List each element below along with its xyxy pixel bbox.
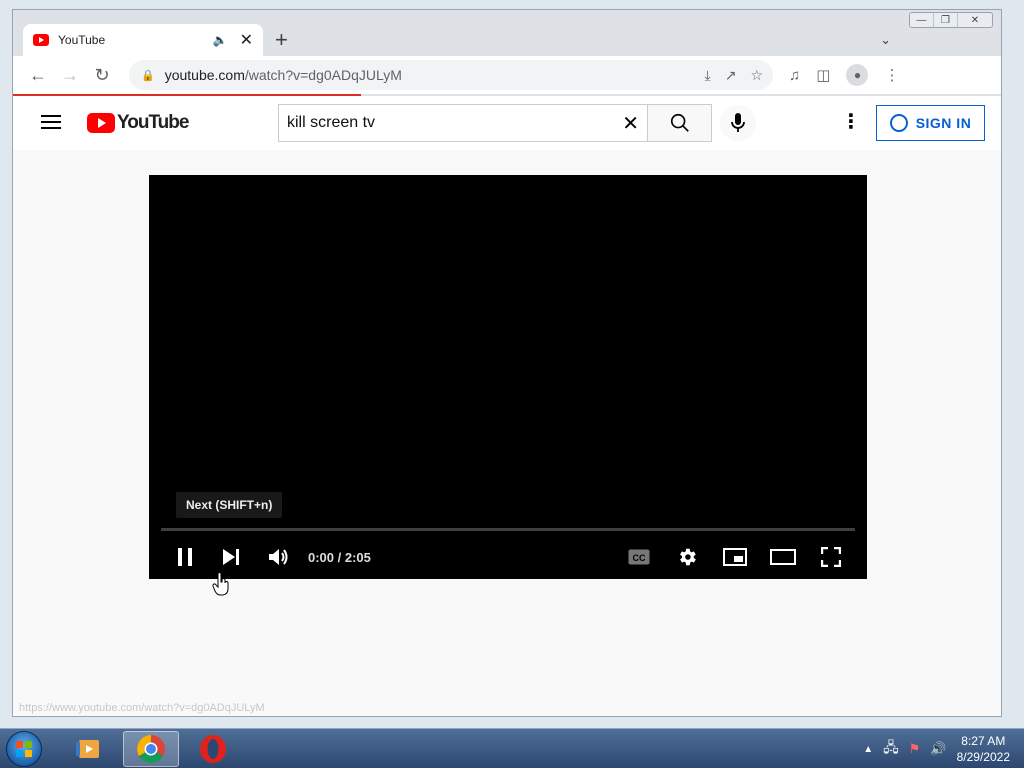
hand-cursor-icon xyxy=(212,572,229,596)
speaker-icon[interactable]: 🔈 xyxy=(213,33,228,47)
search-query: kill screen tv xyxy=(287,114,376,131)
next-icon xyxy=(223,549,239,565)
network-icon[interactable]: 🖧 xyxy=(883,737,899,761)
tab-title: YouTube xyxy=(58,33,106,47)
profile-avatar-icon[interactable]: ● xyxy=(846,64,869,86)
video-player[interactable]: Next (SHIFT+n) 0:00 / 2:05 CC xyxy=(149,175,867,596)
youtube-play-logo-icon xyxy=(87,113,115,133)
forward-button[interactable]: → xyxy=(55,60,85,90)
theater-mode-button[interactable] xyxy=(769,535,797,579)
new-tab-button[interactable]: + xyxy=(275,29,288,51)
next-tooltip: Next (SHIFT+n) xyxy=(176,492,283,518)
search-icon xyxy=(670,113,689,132)
account-icon xyxy=(889,114,908,132)
cc-icon: CC xyxy=(628,549,650,565)
voice-search-button[interactable] xyxy=(720,105,756,141)
svg-text:CC: CC xyxy=(633,553,646,563)
sign-in-button[interactable]: SIGN IN xyxy=(876,105,985,141)
reload-button[interactable]: ↻ xyxy=(87,60,117,90)
browser-window: — ❐ ✕ YouTube 🔈 ✕ + ⌄ ← → ↻ 🔒 youtube.co… xyxy=(12,9,1002,717)
media-control-icon[interactable]: ♫ xyxy=(789,67,800,84)
windows-taskbar: ▲ 🖧 ⚑ 🔊 8:27 AM 8/29/2022 xyxy=(0,728,1024,768)
share-icon[interactable]: ↗ xyxy=(725,67,737,84)
lock-icon[interactable]: 🔒 xyxy=(141,69,155,82)
search-input[interactable]: kill screen tv ✕ xyxy=(278,104,648,142)
back-button[interactable]: ← xyxy=(23,60,53,90)
status-bar-url: https://www.youtube.com/watch?v=dg0ADqJU… xyxy=(19,702,265,714)
miniplayer-button[interactable] xyxy=(721,535,749,579)
youtube-favicon-icon xyxy=(33,34,49,46)
clock-time: 8:27 AM xyxy=(961,734,1006,748)
settings-icon xyxy=(680,548,696,566)
chrome-icon xyxy=(137,735,165,763)
captions-button[interactable]: CC xyxy=(626,535,652,579)
side-panel-icon[interactable]: ◫ xyxy=(816,66,830,84)
system-tray: ▲ 🖧 ⚑ 🔊 8:27 AM 8/29/2022 xyxy=(863,729,1024,768)
volume-tray-icon[interactable]: 🔊 xyxy=(930,741,946,757)
browser-toolbar: ← → ↻ 🔒 youtube.com/watch?v=dg0ADqJULyM … xyxy=(13,56,1001,94)
start-button[interactable] xyxy=(6,731,42,767)
youtube-logo[interactable]: YouTube xyxy=(87,112,189,134)
browser-right-tools: ♫ ◫ ● ⋮ xyxy=(789,64,899,86)
media-player-icon xyxy=(76,740,99,758)
clock-date: 8/29/2022 xyxy=(956,750,1010,764)
more-vert-icon[interactable]: ⋮ xyxy=(841,112,861,132)
youtube-page: YouTube kill screen tv ✕ ⋮ SIGN IN Next … xyxy=(13,96,1001,716)
mic-icon xyxy=(731,113,745,132)
opera-icon xyxy=(200,735,226,763)
pause-button[interactable] xyxy=(173,535,197,579)
url-host: youtube.com xyxy=(164,67,245,83)
show-hidden-icons-icon[interactable]: ▲ xyxy=(863,744,873,755)
progress-bar[interactable] xyxy=(161,528,855,531)
install-icon[interactable]: ⤓ xyxy=(705,67,711,84)
volume-button[interactable] xyxy=(265,535,293,579)
search-button[interactable] xyxy=(648,104,712,142)
tab-close-icon[interactable]: ✕ xyxy=(240,30,253,50)
sign-in-label: SIGN IN xyxy=(915,115,972,131)
taskbar-media-player[interactable] xyxy=(60,731,116,767)
taskbar-opera[interactable] xyxy=(185,731,241,767)
settings-button[interactable] xyxy=(675,535,699,579)
clear-search-icon[interactable]: ✕ xyxy=(622,111,639,136)
menu-icon[interactable] xyxy=(41,115,61,129)
tab-bar: YouTube 🔈 ✕ + ⌄ xyxy=(13,24,1001,56)
pause-icon xyxy=(178,548,192,566)
clock[interactable]: 8:27 AM 8/29/2022 xyxy=(957,733,1010,765)
miniplayer-icon xyxy=(723,548,747,566)
bookmark-star-icon[interactable]: ☆ xyxy=(750,67,763,84)
address-bar[interactable]: 🔒 youtube.com/watch?v=dg0ADqJULyM ⤓ ↗ ☆ xyxy=(129,60,773,90)
url-path: /watch?v=dg0ADqJULyM xyxy=(244,67,402,83)
action-center-flag-icon[interactable]: ⚑ xyxy=(909,741,921,757)
browser-menu-icon[interactable]: ⋮ xyxy=(884,66,899,84)
time-display: 0:00 / 2:05 xyxy=(308,549,371,565)
taskbar-chrome[interactable] xyxy=(123,731,179,767)
youtube-wordmark: YouTube xyxy=(117,112,189,133)
windows-logo-icon xyxy=(16,741,32,757)
omnibox-actions: ⤓ ↗ ☆ xyxy=(705,60,764,90)
fullscreen-button[interactable] xyxy=(819,535,843,579)
fullscreen-icon xyxy=(821,547,841,567)
player-controls: 0:00 / 2:05 CC xyxy=(149,535,867,579)
tab-youtube[interactable]: YouTube 🔈 ✕ xyxy=(23,24,263,56)
volume-icon xyxy=(269,549,288,565)
youtube-header: YouTube kill screen tv ✕ ⋮ SIGN IN xyxy=(13,96,1001,150)
theater-icon xyxy=(770,549,796,565)
tab-search-chevron-icon[interactable]: ⌄ xyxy=(880,32,891,48)
